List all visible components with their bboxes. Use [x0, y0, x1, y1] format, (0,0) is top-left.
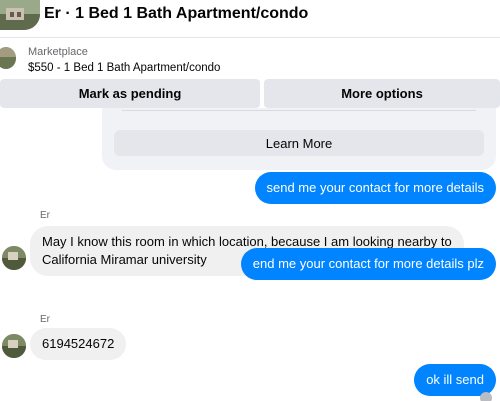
message-sender-name: Er — [40, 210, 50, 221]
card-divider — [122, 110, 476, 114]
listing-info-card: Learn More — [102, 108, 496, 170]
listing-thumbnail — [0, 47, 16, 69]
more-options-button[interactable]: More options — [264, 79, 500, 108]
conversation-header: Er · 1 Bed 1 Bath Apartment/condo — [0, 0, 500, 38]
message-bubble-incoming[interactable]: 6194524672 — [30, 328, 127, 360]
mark-as-pending-button[interactable]: Mark as pending — [0, 79, 260, 108]
conversation-title[interactable]: Er · 1 Bed 1 Bath Apartment/condo — [44, 5, 308, 23]
marketplace-listing[interactable]: Marketplace $550 - 1 Bed 1 Bath Apartmen… — [0, 40, 500, 78]
listing-title: $550 - 1 Bed 1 Bath Apartment/condo — [28, 62, 221, 74]
seen-avatar-icon — [480, 392, 492, 401]
listing-source-label: Marketplace — [28, 46, 88, 58]
message-bubble-outgoing[interactable]: end me your contact for more details plz — [240, 248, 496, 280]
listing-photo-avatar[interactable] — [0, 0, 40, 30]
learn-more-button[interactable]: Learn More — [114, 130, 484, 156]
sender-avatar[interactable] — [2, 246, 26, 270]
message-sender-name: Er — [40, 314, 50, 325]
message-bubble-outgoing[interactable]: send me your contact for more details — [254, 172, 496, 204]
sender-avatar[interactable] — [2, 334, 26, 358]
